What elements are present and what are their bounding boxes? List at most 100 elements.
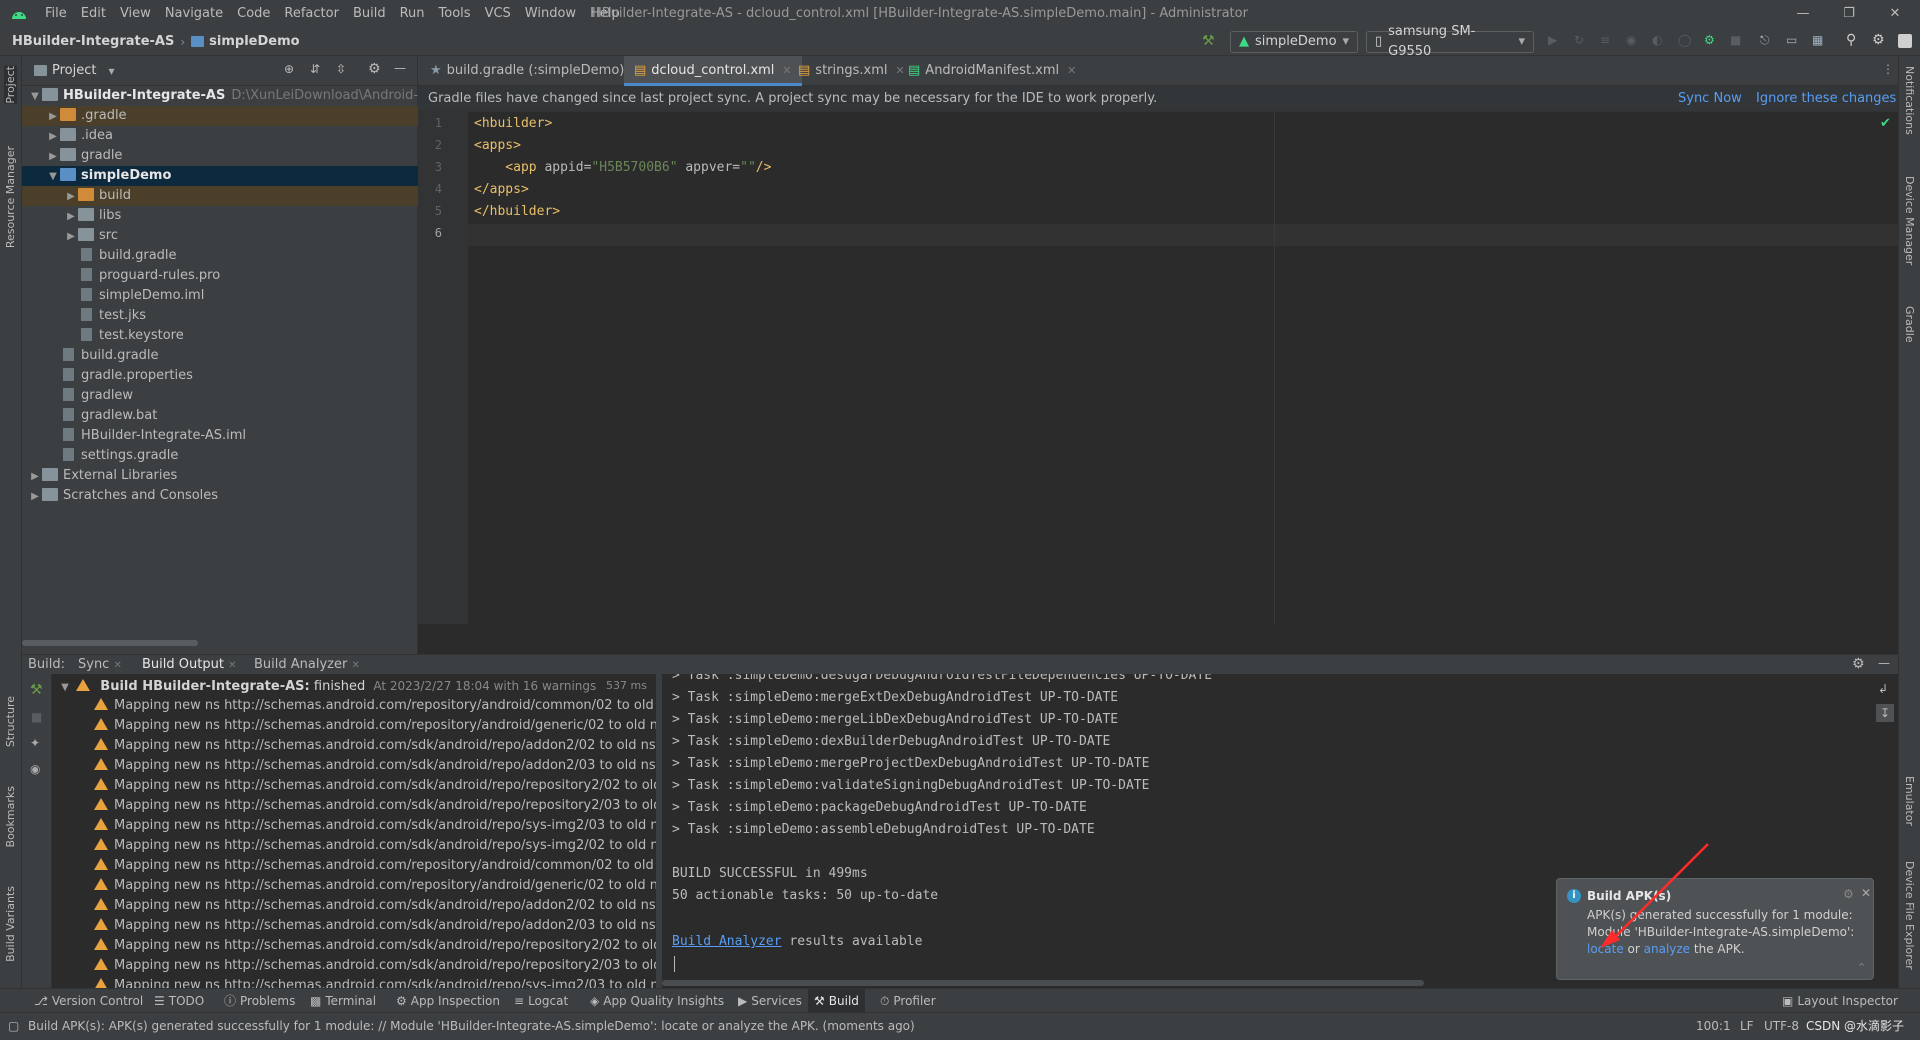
run-config-select[interactable]: ▲ simpleDemo ▾ [1230,31,1358,53]
project-view-select[interactable]: Project [52,63,96,78]
build-warning-row[interactable]: Mapping new ns http://schemas.android.co… [52,716,660,736]
tw-profiler[interactable]: ⏱ Profiler [880,989,936,1013]
tw-terminal[interactable]: ▩ Terminal [310,989,376,1013]
tree-item[interactable]: ▶ src [22,226,418,246]
build-tab-build-analyzer[interactable]: Build Analyzer ✕ [254,655,360,676]
file-encoding[interactable]: UTF-8 [1764,1013,1799,1039]
menu-file[interactable]: File [38,0,74,28]
build-warning-row[interactable]: Mapping new ns http://schemas.android.co… [52,756,660,776]
tree-item[interactable]: ▶ External Libraries [22,466,418,486]
sync-now-link[interactable]: Sync Now [1678,86,1742,112]
close-tab-icon[interactable]: ✕ [1067,64,1076,77]
close-window-button[interactable]: ✕ [1872,0,1918,28]
tree-item[interactable]: ▶ .gradle [22,106,418,126]
tree-item[interactable]: test.keystore [22,326,418,346]
tree-item[interactable]: ▶ .idea [22,126,418,146]
chevron-down-icon[interactable]: ▼ [46,167,60,187]
tree-item[interactable]: simpleDemo.iml [22,286,418,306]
gradle-sync-icon[interactable]: ⎋ [1760,33,1770,48]
tw-problems[interactable]: ⓘ Problems [224,989,295,1013]
tree-item[interactable]: gradle.properties [22,366,418,386]
build-analyzer-link[interactable]: Build Analyzer [672,934,782,949]
tree-item[interactable]: ▶ libs [22,206,418,226]
menu-vcs[interactable]: VCS [478,0,518,28]
chevron-down-icon[interactable]: ▾ [108,64,114,78]
chevron-right-icon[interactable]: ▶ [64,207,78,227]
tab-dcloud-control[interactable]: ▤ dcloud_control.xml ✕ [624,56,802,86]
line-separator[interactable]: LF [1740,1013,1754,1039]
hide-panel-icon[interactable]: — [394,61,406,75]
menu-code[interactable]: Code [230,0,277,28]
stripe-notifications[interactable]: Notifications [1903,66,1916,135]
tree-item[interactable]: HBuilder-Integrate-AS.iml [22,426,418,446]
settings-gear-icon[interactable]: ⚙ [1872,32,1885,48]
account-icon[interactable] [1898,34,1912,48]
stop-build-icon[interactable]: ■ [31,710,42,724]
breadcrumb-project[interactable]: HBuilder-Integrate-AS [12,34,174,49]
chevron-right-icon[interactable]: ▶ [46,107,60,127]
chevron-right-icon[interactable]: ▶ [28,467,42,487]
tab-strings-xml[interactable]: ▤ strings.xml ✕ [788,56,915,86]
search-icon[interactable]: ⚲ [1846,32,1856,48]
stripe-project[interactable]: Project [4,66,17,104]
tw-build[interactable]: ⚒ Build [808,989,865,1013]
rerun-icon[interactable]: ↻ [1574,33,1584,47]
menu-refactor[interactable]: Refactor [277,0,346,28]
stripe-structure[interactable]: Structure [4,696,17,747]
build-warning-row[interactable]: Mapping new ns http://schemas.android.co… [52,856,660,876]
tree-item[interactable]: test.jks [22,306,418,326]
menu-navigate[interactable]: Navigate [158,0,230,28]
tree-item[interactable]: ▶ gradle [22,146,418,166]
debug-icon[interactable]: ◉ [1626,33,1636,47]
build-settings-gear-icon[interactable]: ⚙ [1852,656,1865,672]
build-warning-row[interactable]: Mapping new ns http://schemas.android.co… [52,936,660,956]
project-horizontal-scrollbar[interactable] [22,640,198,646]
caret-position[interactable]: 100:1 [1696,1013,1731,1039]
scroll-to-end-icon[interactable]: ↧ [1876,704,1894,722]
attach-debugger-icon[interactable]: ⚙ [1704,33,1715,47]
notification-gear-icon[interactable]: ⚙ [1843,887,1854,901]
build-warning-row[interactable]: Mapping new ns http://schemas.android.co… [52,796,660,816]
tree-item[interactable]: settings.gradle [22,446,418,466]
minimize-button[interactable]: — [1780,0,1826,28]
menu-build[interactable]: Build [346,0,393,28]
breadcrumb-module[interactable]: simpleDemo [209,34,299,49]
tw-layout-inspector[interactable]: ▣ Layout Inspector [1782,989,1898,1013]
menu-window[interactable]: Window [518,0,583,28]
tab-build-gradle[interactable]: ★build.gradle (:simpleDemo)✕ [420,56,652,86]
chevron-right-icon[interactable]: ▶ [28,487,42,507]
status-message[interactable]: Build APK(s): APK(s) generated successfu… [28,1013,915,1039]
tw-app-inspection[interactable]: ⚙ App Inspection [396,989,500,1013]
stripe-bookmarks[interactable]: Bookmarks [4,786,17,847]
locate-file-icon[interactable]: ⊕ [284,62,294,76]
chevron-right-icon[interactable]: ▶ [46,127,60,147]
build-warning-row[interactable]: Mapping new ns http://schemas.android.co… [52,816,660,836]
soft-wrap-icon[interactable]: ↲ [1878,682,1888,696]
make-project-icon[interactable]: ⚒ [1202,33,1215,49]
build-tab-sync[interactable]: Sync ✕ [78,655,122,676]
eye-filter-icon[interactable]: ◉ [30,762,40,776]
tree-item[interactable]: ▶ build [22,186,418,206]
build-warning-row[interactable]: Mapping new ns http://schemas.android.co… [52,916,660,936]
tree-item[interactable]: ▼ simpleDemo [22,166,418,186]
hide-build-panel-icon[interactable]: — [1878,656,1890,670]
menu-tools[interactable]: Tools [432,0,478,28]
console-horizontal-scrollbar[interactable] [662,980,1424,986]
tab-android-manifest[interactable]: ▤ AndroidManifest.xml ✕ [898,56,1086,86]
collapse-all-icon[interactable]: ⇳ [336,62,346,76]
rebuild-hammer-icon[interactable]: ⚒ [30,682,43,698]
run-icon[interactable]: ▶ [1548,33,1557,47]
tw-version-control[interactable]: ⎇ Version Control [34,989,143,1013]
build-warning-row[interactable]: Mapping new ns http://schemas.android.co… [52,736,660,756]
stripe-build-variants[interactable]: Build Variants [4,886,17,962]
menu-view[interactable]: View [113,0,158,28]
tw-services[interactable]: ▶ Services [738,989,802,1013]
tree-item[interactable]: build.gradle [22,346,418,366]
tree-item[interactable]: gradlew [22,386,418,406]
build-root-row[interactable]: ▼ Build HBuilder-Integrate-AS: finished … [52,676,660,696]
stripe-emulator[interactable]: Emulator [1903,776,1916,826]
tw-logcat[interactable]: ≡ Logcat [514,989,568,1013]
chevron-right-icon[interactable]: ▶ [46,147,60,167]
chevron-down-icon[interactable]: ▼ [28,87,42,107]
menu-edit[interactable]: Edit [74,0,113,28]
